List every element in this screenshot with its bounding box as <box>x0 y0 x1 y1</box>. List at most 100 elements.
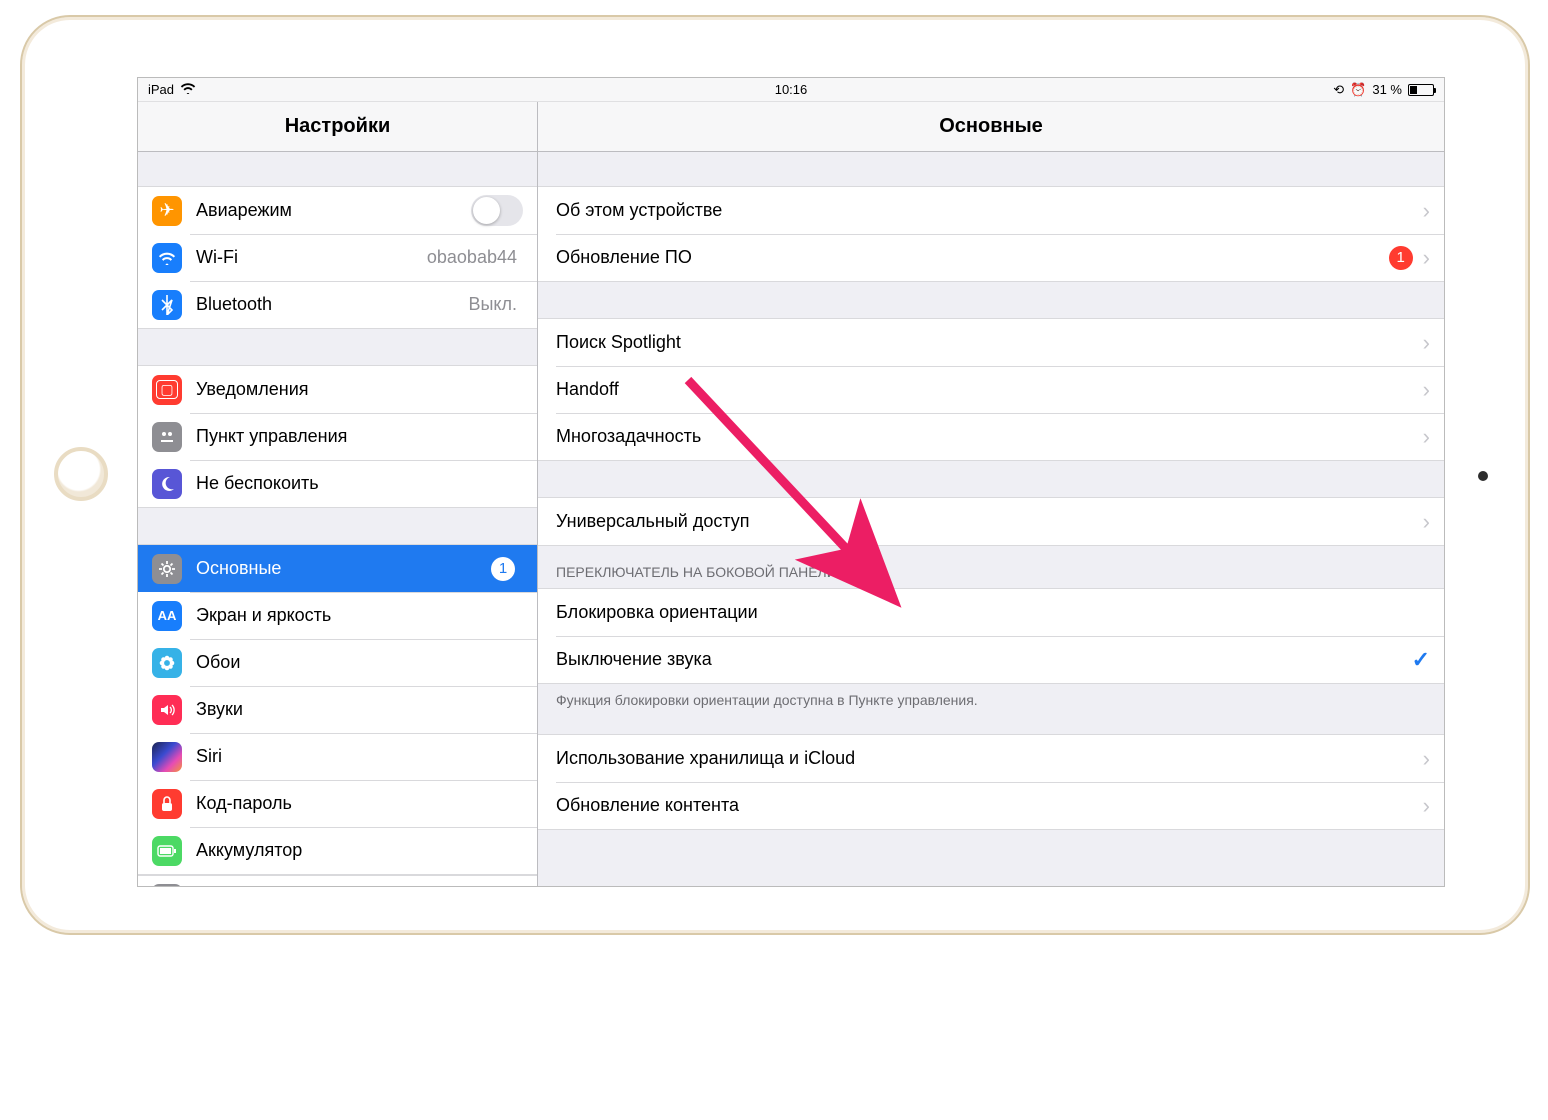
control-center-icon <box>152 422 182 452</box>
detail-item-about[interactable]: Об этом устройстве › <box>538 187 1444 234</box>
speaker-icon <box>152 695 182 725</box>
detail-item-handoff[interactable]: Handoff › <box>538 366 1444 413</box>
sidebar-item-battery[interactable]: Аккумулятор <box>138 827 537 874</box>
device-label: iPad <box>148 82 174 97</box>
chevron-right-icon: › <box>1423 746 1430 772</box>
battery-percent: 31 % <box>1372 82 1402 97</box>
sidebar-item-label: Звуки <box>196 699 523 720</box>
moon-icon <box>152 469 182 499</box>
general-detail[interactable]: Об этом устройстве › Обновление ПО 1 › П… <box>538 152 1444 886</box>
wifi-network-value: obaobab44 <box>427 247 517 268</box>
chevron-right-icon: › <box>1423 245 1430 271</box>
gear-icon <box>152 554 182 584</box>
sidebar-item-display[interactable]: AA Экран и яркость <box>138 592 537 639</box>
detail-item-label: Универсальный доступ <box>556 511 1421 532</box>
sidebar-item-label: Уведомления <box>196 379 523 400</box>
detail-group-storage: Использование хранилища и iCloud › Обнов… <box>538 734 1444 830</box>
battery-icon <box>1408 84 1434 96</box>
sidebar-item-label: Bluetooth <box>196 294 468 315</box>
wifi-icon <box>180 82 196 97</box>
side-switch-header: ПЕРЕКЛЮЧАТЕЛЬ НА БОКОВОЙ ПАНЕЛИ: <box>538 546 1444 588</box>
sidebar-item-label: Экран и яркость <box>196 605 523 626</box>
detail-item-label: Об этом устройстве <box>556 200 1421 221</box>
detail-title: Основные <box>538 102 1444 151</box>
detail-group-accessibility: Универсальный доступ › <box>538 497 1444 546</box>
detail-item-label: Обновление контента <box>556 795 1421 816</box>
sidebar-title: Настройки <box>138 102 538 151</box>
sidebar-item-label: Аккумулятор <box>196 840 523 861</box>
detail-item-mute[interactable]: Выключение звука ✓ <box>538 636 1444 683</box>
bluetooth-value: Выкл. <box>468 294 517 315</box>
sidebar-item-control-center[interactable]: Пункт управления <box>138 413 537 460</box>
detail-item-label: Многозадачность <box>556 426 1421 447</box>
checkmark-icon: ✓ <box>1412 647 1430 673</box>
rotation-lock-icon: ⟲ <box>1333 82 1344 98</box>
detail-item-label: Использование хранилища и iCloud <box>556 748 1421 769</box>
sidebar-item-label: Авиарежим <box>196 200 471 221</box>
detail-item-storage[interactable]: Использование хранилища и iCloud › <box>538 735 1444 782</box>
text-size-icon: AA <box>152 601 182 631</box>
wifi-icon <box>152 243 182 273</box>
sidebar-item-notifications[interactable]: ▢ Уведомления <box>138 366 537 413</box>
flower-icon <box>152 648 182 678</box>
sidebar-group-alerts: ▢ Уведомления Пункт управления Не бесп <box>138 365 537 508</box>
sidebar-item-general[interactable]: Основные 1 <box>138 545 537 592</box>
detail-item-software-update[interactable]: Обновление ПО 1 › <box>538 234 1444 281</box>
sidebar-item-airplane[interactable]: ✈ Авиарежим <box>138 187 537 234</box>
detail-item-accessibility[interactable]: Универсальный доступ › <box>538 498 1444 545</box>
chevron-right-icon: › <box>1423 330 1430 356</box>
status-bar: iPad 10:16 ⟲ ⏰ 31 % <box>138 78 1444 102</box>
detail-item-label: Обновление ПО <box>556 247 1389 268</box>
chevron-right-icon: › <box>1423 793 1430 819</box>
chevron-right-icon: › <box>1423 424 1430 450</box>
sidebar-item-bluetooth[interactable]: Bluetooth Выкл. <box>138 281 537 328</box>
nav-bar: Настройки Основные <box>138 102 1444 152</box>
side-switch-footer: Функция блокировки ориентации доступна в… <box>538 684 1444 712</box>
detail-group-about: Об этом устройстве › Обновление ПО 1 › <box>538 186 1444 282</box>
alarm-icon: ⏰ <box>1350 82 1366 98</box>
detail-item-background-refresh[interactable]: Обновление контента › <box>538 782 1444 829</box>
badge: 1 <box>1389 246 1413 270</box>
sidebar-item-label: Пункт управления <box>196 426 523 447</box>
sidebar-item-label: Код-пароль <box>196 793 523 814</box>
sidebar-item-dnd[interactable]: Не беспокоить <box>138 460 537 507</box>
detail-group-side-switch: Блокировка ориентации Выключение звука ✓ <box>538 588 1444 684</box>
detail-item-label: Поиск Spotlight <box>556 332 1421 353</box>
chevron-right-icon: › <box>1423 377 1430 403</box>
sidebar-item-passcode[interactable]: Код-пароль <box>138 780 537 827</box>
detail-item-label: Выключение звука <box>556 649 1412 670</box>
detail-item-spotlight[interactable]: Поиск Spotlight › <box>538 319 1444 366</box>
siri-icon <box>152 742 182 772</box>
sidebar-item-siri[interactable]: Siri <box>138 733 537 780</box>
battery-icon <box>152 836 182 866</box>
screen: iPad 10:16 ⟲ ⏰ 31 % Настройки Основные <box>137 77 1445 887</box>
lock-icon <box>152 789 182 819</box>
chevron-right-icon: › <box>1423 509 1430 535</box>
clock: 10:16 <box>775 82 808 97</box>
detail-item-label: Блокировка ориентации <box>556 602 1430 623</box>
sidebar-item-label: Обои <box>196 652 523 673</box>
detail-item-label: Handoff <box>556 379 1421 400</box>
sidebar-item-label: Siri <box>196 746 523 767</box>
sidebar-item-label: Wi-Fi <box>196 247 427 268</box>
sidebar-group-connectivity: ✈ Авиарежим Wi-Fi obaobab44 <box>138 186 537 329</box>
chevron-right-icon: › <box>1423 198 1430 224</box>
home-button[interactable] <box>54 447 108 501</box>
notifications-icon: ▢ <box>152 375 182 405</box>
sidebar-item-partial <box>138 875 537 886</box>
detail-item-lock-rotation[interactable]: Блокировка ориентации <box>538 589 1444 636</box>
ipad-frame: iPad 10:16 ⟲ ⏰ 31 % Настройки Основные <box>20 15 1530 935</box>
detail-item-multitasking[interactable]: Многозадачность › <box>538 413 1444 460</box>
sidebar-item-sounds[interactable]: Звуки <box>138 686 537 733</box>
bluetooth-icon <box>152 290 182 320</box>
airplane-switch[interactable] <box>471 195 523 226</box>
detail-group-features: Поиск Spotlight › Handoff › Многозадачно… <box>538 318 1444 461</box>
settings-sidebar[interactable]: ✈ Авиарежим Wi-Fi obaobab44 <box>138 152 538 886</box>
sidebar-item-wifi[interactable]: Wi-Fi obaobab44 <box>138 234 537 281</box>
sidebar-group-device: Основные 1 AA Экран и яркость Обои <box>138 544 537 875</box>
sidebar-item-wallpaper[interactable]: Обои <box>138 639 537 686</box>
badge: 1 <box>491 557 515 581</box>
sidebar-item-label: Не беспокоить <box>196 473 523 494</box>
airplane-icon: ✈ <box>152 196 182 226</box>
sidebar-item-label: Основные <box>196 558 491 579</box>
